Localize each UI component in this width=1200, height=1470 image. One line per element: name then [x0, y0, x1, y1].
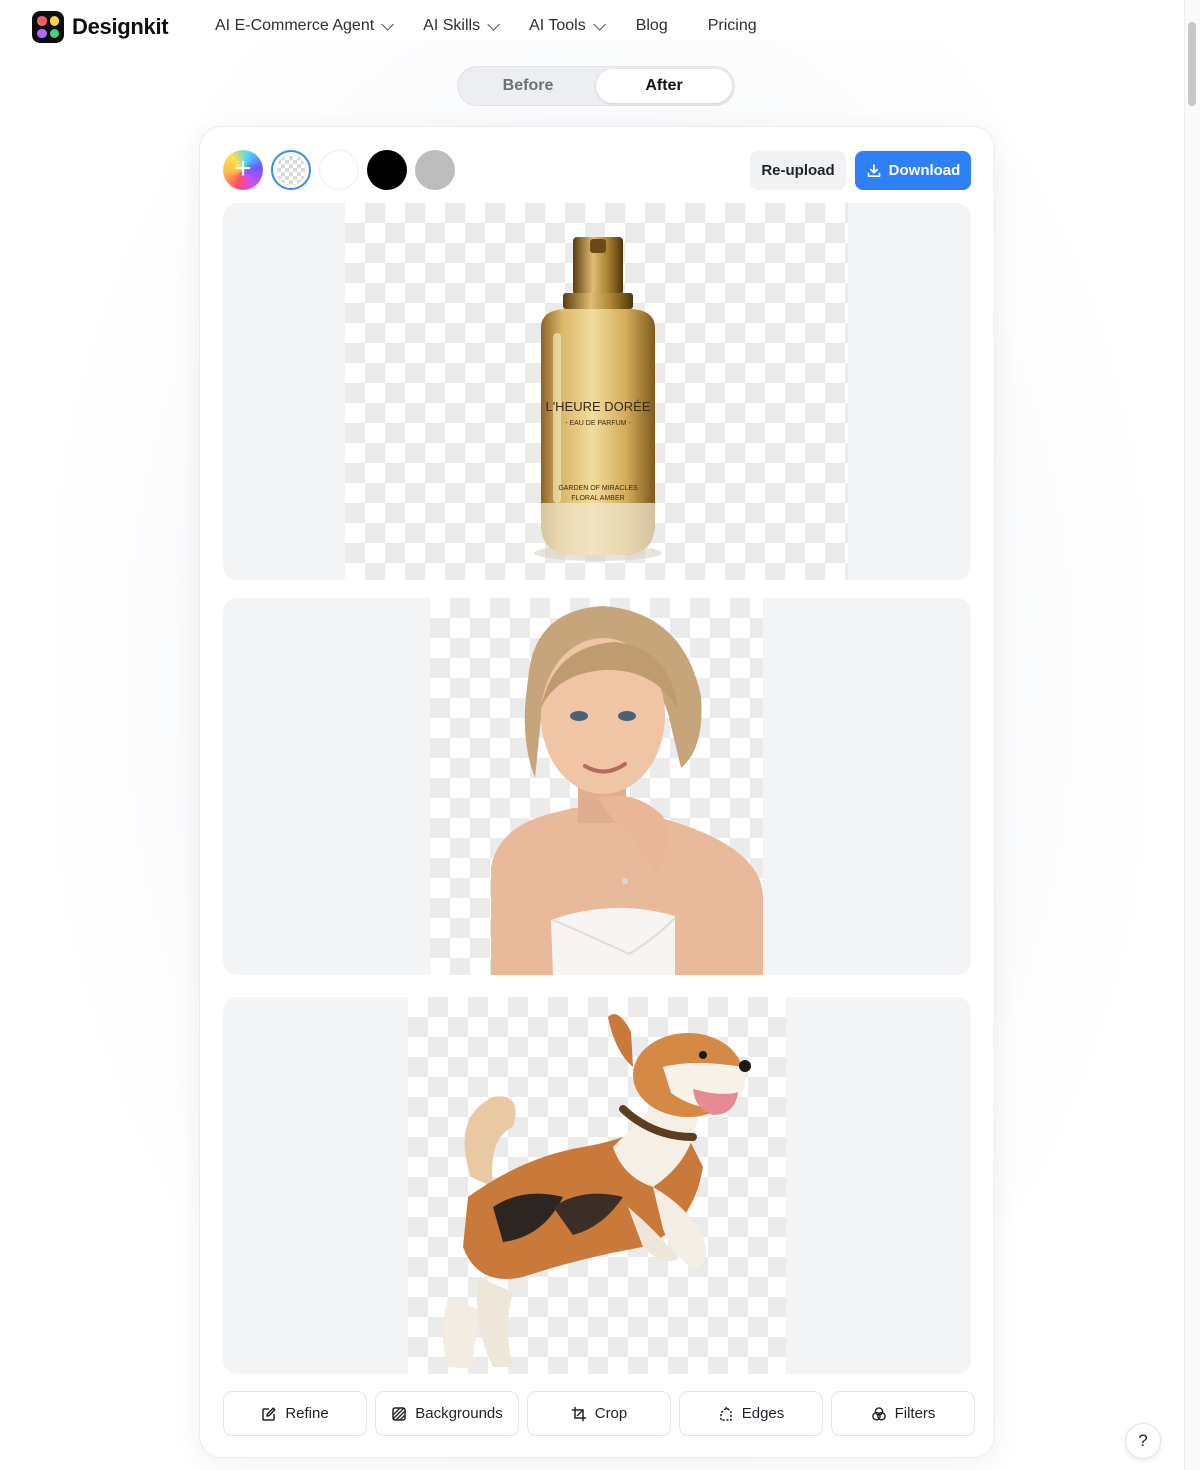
filters-button[interactable]: Filters — [831, 1391, 975, 1436]
brand-name: Designkit — [72, 14, 169, 39]
corgi-dog-image — [443, 1014, 751, 1369]
nav-item-ai-skills[interactable]: AI Skills — [423, 17, 501, 35]
black-swatch[interactable] — [367, 150, 407, 190]
plus-icon: + — [234, 152, 252, 185]
before-after-toggle: Before After — [457, 66, 735, 106]
background-swatches: + — [223, 150, 455, 190]
download-icon — [867, 163, 881, 177]
top-navbar: Designkit AI E-Commerce Agent AI Skills … — [0, 0, 1184, 56]
nav-label: AI Skills — [423, 17, 481, 34]
download-button[interactable]: Download — [855, 151, 971, 190]
nav-item-ai-ecommerce-agent[interactable]: AI E-Commerce Agent — [215, 17, 395, 35]
image-panel-perfume: L'HEURE DORÉE - EAU DE PARFUM - GARDEN O… — [223, 203, 971, 580]
white-swatch[interactable] — [319, 150, 359, 190]
nav-label: AI E-Commerce Agent — [215, 17, 375, 34]
image-panel-dog — [223, 997, 971, 1374]
tool-label: Crop — [594, 1405, 628, 1422]
edit-toolbar: Refine Backgrounds Crop Edges Filters — [223, 1391, 975, 1436]
woman-portrait-image — [491, 606, 763, 975]
download-label: Download — [888, 162, 961, 179]
tool-label: Edges — [741, 1405, 785, 1422]
backgrounds-button[interactable]: Backgrounds — [375, 1391, 519, 1436]
edit-icon — [262, 1406, 276, 1421]
perfume-bottle-image: L'HEURE DORÉE - EAU DE PARFUM - GARDEN O… — [534, 237, 662, 561]
edges-icon — [719, 1406, 732, 1421]
add-color-swatch[interactable]: + — [223, 150, 263, 190]
reupload-button[interactable]: Re-upload — [750, 151, 846, 190]
edges-button[interactable]: Edges — [679, 1391, 823, 1436]
scrollbar[interactable] — [1184, 0, 1200, 1470]
tool-label: Filters — [894, 1405, 936, 1422]
refine-button[interactable]: Refine — [223, 1391, 367, 1436]
transparent-swatch[interactable] — [271, 150, 311, 190]
tool-label: Backgrounds — [415, 1405, 503, 1422]
nav-label: AI Tools — [529, 17, 586, 34]
perfume-label-title: L'HEURE DORÉE — [545, 399, 650, 414]
chevron-down-icon — [487, 17, 501, 31]
gray-swatch[interactable] — [415, 150, 455, 190]
after-tab[interactable]: After — [596, 69, 732, 103]
pattern-icon — [392, 1406, 406, 1421]
nav-label: Blog — [635, 17, 668, 34]
before-tab[interactable]: Before — [460, 69, 596, 103]
perfume-label-line2: FLORAL AMBER — [571, 495, 624, 502]
perfume-label-subtitle: - EAU DE PARFUM - — [565, 420, 631, 427]
crop-icon — [571, 1406, 586, 1421]
editor-card: + Re-upload Download L'HEURE DORÉE - EAU… — [199, 126, 995, 1458]
nav-item-blog[interactable]: Blog — [636, 17, 668, 35]
scrollbar-thumb[interactable] — [1188, 22, 1196, 106]
nav-item-pricing[interactable]: Pricing — [708, 17, 757, 35]
brand-logo[interactable]: Designkit — [32, 11, 169, 43]
chevron-down-icon — [381, 17, 395, 31]
perfume-label-line1: GARDEN OF MIRACLES — [558, 485, 638, 492]
tool-label: Refine — [285, 1405, 329, 1422]
nav-item-ai-tools[interactable]: AI Tools — [529, 17, 606, 35]
chevron-down-icon — [592, 17, 606, 31]
logo-icon — [32, 11, 64, 43]
crop-button[interactable]: Crop — [527, 1391, 671, 1436]
image-panel-portrait — [223, 598, 971, 975]
filters-icon — [871, 1406, 886, 1420]
nav-label: Pricing — [707, 17, 757, 34]
main-nav: AI E-Commerce Agent AI Skills AI Tools B… — [215, 17, 757, 35]
help-button[interactable]: ? — [1125, 1423, 1161, 1459]
